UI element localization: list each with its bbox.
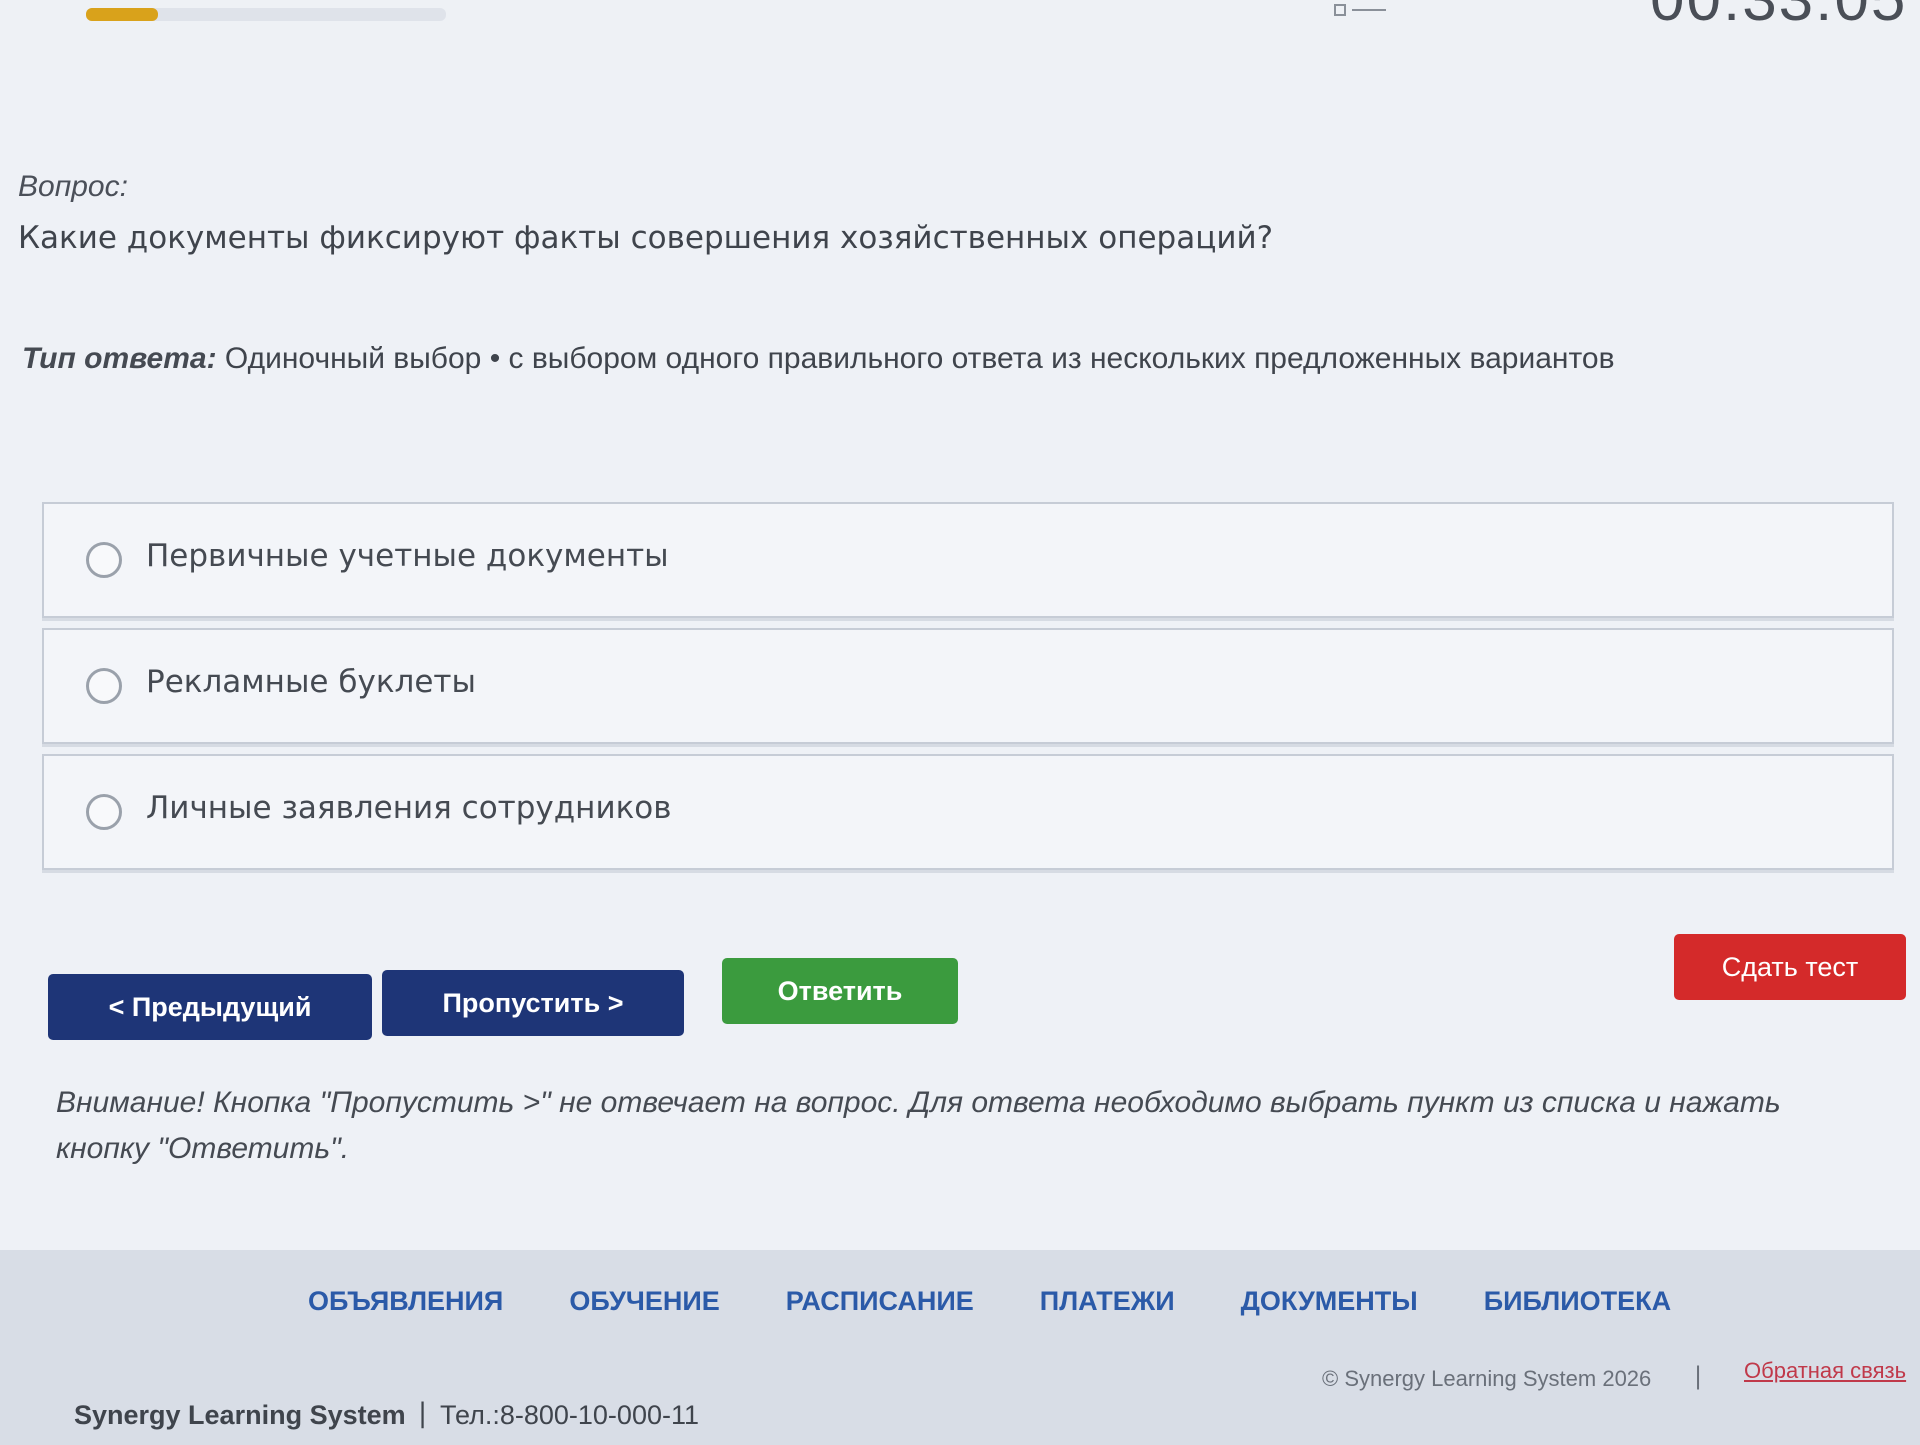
nav-learning[interactable]: ОБУЧЕНИЕ bbox=[569, 1286, 719, 1317]
nav-library[interactable]: БИБЛИОТЕКА bbox=[1484, 1286, 1671, 1317]
answer-type-label: Тип ответа: bbox=[22, 342, 217, 375]
footer-separator: | bbox=[1694, 1362, 1703, 1390]
timer: 00:33:05 bbox=[1650, 0, 1907, 35]
question-text: Какие документы фиксируют факты совершен… bbox=[18, 220, 1274, 256]
brand-separator: | bbox=[418, 1398, 428, 1429]
option-label[interactable]: Личные заявления сотрудников bbox=[146, 790, 672, 826]
footer: ОБЪЯВЛЕНИЯ ОБУЧЕНИЕ РАСПИСАНИЕ ПЛАТЕЖИ Д… bbox=[0, 1250, 1920, 1445]
option-item[interactable]: Первичные учетные документы bbox=[42, 502, 1894, 618]
radio-icon[interactable] bbox=[86, 542, 122, 578]
nav-schedule[interactable]: РАСПИСАНИЕ bbox=[786, 1286, 974, 1317]
top-bar: 00:33:05 bbox=[0, 0, 1920, 70]
previous-button[interactable]: < Предыдущий bbox=[48, 974, 372, 1040]
answer-type: Тип ответа: Одиночный выбор • с выбором … bbox=[22, 342, 1615, 376]
option-item[interactable]: Рекламные буклеты bbox=[42, 628, 1894, 744]
submit-test-button[interactable]: Сдать тест bbox=[1674, 934, 1906, 1000]
option-label[interactable]: Рекламные буклеты bbox=[146, 664, 476, 700]
feedback-link[interactable]: Обратная связь bbox=[1744, 1358, 1906, 1384]
copyright: © Synergy Learning System 2026 bbox=[1322, 1366, 1652, 1391]
phone-number: Тел.:8-800-10-000-11 bbox=[440, 1400, 699, 1430]
option-item[interactable]: Личные заявления сотрудников bbox=[42, 754, 1894, 870]
footer-nav: ОБЪЯВЛЕНИЯ ОБУЧЕНИЕ РАСПИСАНИЕ ПЛАТЕЖИ Д… bbox=[308, 1286, 1737, 1317]
window-icon bbox=[1334, 4, 1394, 16]
answer-type-value: Одиночный выбор • с выбором одного прави… bbox=[224, 342, 1615, 375]
nav-announcements[interactable]: ОБЪЯВЛЕНИЯ bbox=[308, 1286, 503, 1317]
brand-name: Synergy Learning System bbox=[74, 1400, 406, 1430]
nav-documents[interactable]: ДОКУМЕНТЫ bbox=[1241, 1286, 1418, 1317]
answer-button[interactable]: Ответить bbox=[722, 958, 958, 1024]
question-label: Вопрос: bbox=[18, 170, 128, 203]
progress-bar bbox=[86, 8, 446, 21]
answer-options: Первичные учетные документы Рекламные бу… bbox=[42, 502, 1894, 880]
nav-payments[interactable]: ПЛАТЕЖИ bbox=[1040, 1286, 1175, 1317]
warning-text: Внимание! Кнопка "Пропустить >" не отвеч… bbox=[56, 1086, 1781, 1165]
option-label[interactable]: Первичные учетные документы bbox=[146, 538, 669, 574]
question-panel: Вопрос: Какие документы фиксируют факты … bbox=[0, 70, 1920, 1250]
skip-button[interactable]: Пропустить > bbox=[382, 970, 684, 1036]
radio-icon[interactable] bbox=[86, 668, 122, 704]
radio-icon[interactable] bbox=[86, 794, 122, 830]
progress-fill bbox=[86, 8, 158, 21]
